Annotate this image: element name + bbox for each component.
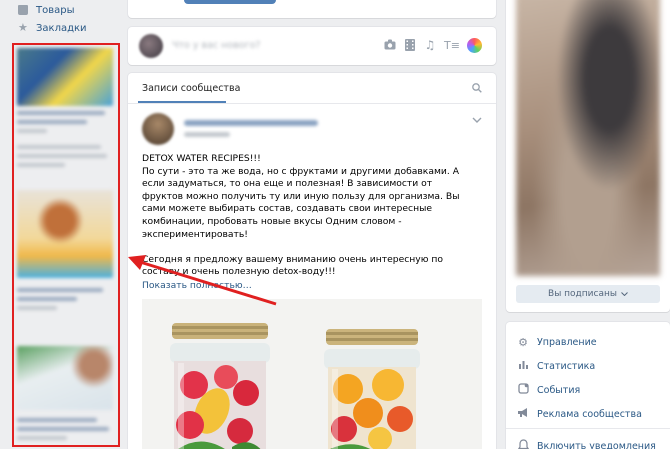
detox-jars-image bbox=[142, 299, 482, 449]
megaphone-icon bbox=[516, 407, 530, 421]
top-card bbox=[128, 0, 496, 18]
menu-item-ads[interactable]: Реклама сообщества bbox=[516, 407, 642, 421]
chevron-down-icon bbox=[621, 289, 628, 299]
avatar[interactable] bbox=[139, 34, 163, 58]
nav-item-goods[interactable]: Товары bbox=[18, 2, 75, 18]
stats-icon bbox=[516, 359, 530, 373]
community-cover-card: Вы подписаны bbox=[506, 0, 670, 312]
menu-item-manage[interactable]: ⚙ Управление bbox=[516, 335, 597, 349]
nav-item-label: Товары bbox=[36, 4, 75, 16]
community-cover-image[interactable] bbox=[516, 0, 660, 276]
subscribed-label: Вы подписаны bbox=[548, 289, 617, 299]
post-paragraph: Сегодня я предложу вашему вниманию очень… bbox=[142, 253, 444, 278]
bell-icon bbox=[516, 438, 530, 449]
community-posts: Записи сообщества DETOX WATER RECIPES!!!… bbox=[128, 73, 496, 449]
divider bbox=[506, 428, 670, 429]
menu-item-notifications[interactable]: Включить уведомления bbox=[516, 438, 656, 449]
music-icon[interactable]: ♫ bbox=[424, 39, 436, 54]
post-time[interactable] bbox=[184, 132, 230, 137]
camera-icon[interactable] bbox=[384, 39, 396, 54]
nav-item-label: Закладки bbox=[36, 22, 87, 34]
menu-item-label: Реклама сообщества bbox=[537, 408, 642, 420]
composer-toolbar: ♫ T≡ bbox=[384, 39, 460, 54]
subscribed-button[interactable]: Вы подписаны bbox=[516, 285, 660, 303]
bag-icon bbox=[18, 5, 28, 15]
video-icon[interactable] bbox=[404, 39, 416, 54]
menu-item-stats[interactable]: Статистика bbox=[516, 359, 595, 373]
ads-highlight-frame bbox=[12, 43, 120, 447]
events-icon bbox=[516, 383, 530, 397]
text-format-icon[interactable]: T≡ bbox=[444, 39, 460, 54]
author-name[interactable] bbox=[184, 120, 318, 126]
menu-item-label: Статистика bbox=[537, 360, 596, 372]
post-photo[interactable] bbox=[142, 299, 482, 449]
search-icon[interactable] bbox=[472, 83, 482, 93]
post-composer: Что у вас нового? ♫ T≡ bbox=[128, 27, 496, 65]
tab-community-posts[interactable]: Записи сообщества bbox=[142, 83, 240, 94]
chevron-down-icon[interactable] bbox=[472, 115, 482, 126]
menu-item-label: События bbox=[537, 384, 581, 396]
top-action-button[interactable] bbox=[184, 0, 276, 4]
color-circle-icon[interactable] bbox=[467, 38, 482, 53]
divider bbox=[128, 103, 496, 104]
menu-item-events[interactable]: События bbox=[516, 383, 580, 397]
author-avatar[interactable] bbox=[142, 113, 174, 145]
show-more-link[interactable]: Показать полностью… bbox=[142, 280, 252, 291]
menu-item-label: Управление bbox=[537, 336, 597, 348]
community-management-menu: ⚙ Управление Статистика События Реклама … bbox=[506, 322, 670, 449]
nav-item-bookmarks[interactable]: ★ Закладки bbox=[18, 20, 87, 36]
post-input[interactable]: Что у вас нового? bbox=[172, 40, 260, 51]
star-icon: ★ bbox=[18, 21, 28, 34]
gear-icon: ⚙ bbox=[518, 335, 528, 349]
menu-item-label: Включить уведомления bbox=[537, 440, 656, 449]
post-text: DETOX WATER RECIPES!!! По сути - это та … bbox=[142, 153, 462, 292]
post-paragraph: DETOX WATER RECIPES!!! По сути - это та … bbox=[142, 153, 460, 240]
